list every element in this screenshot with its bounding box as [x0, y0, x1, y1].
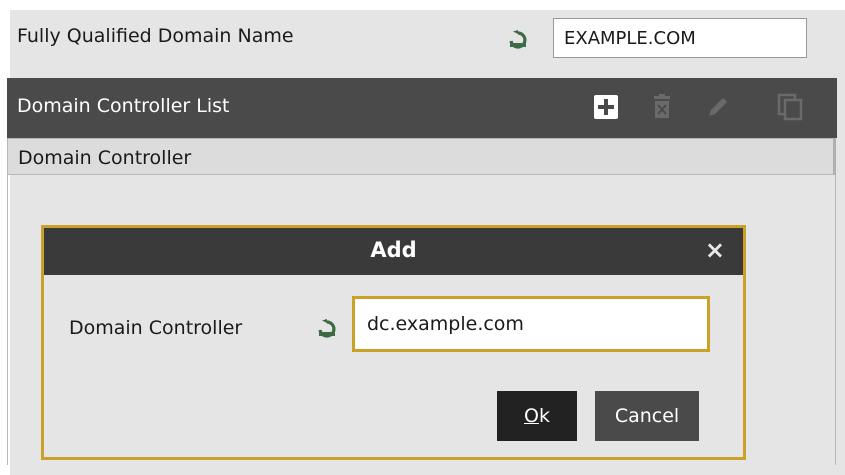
add-dialog: Add × Domain Controller Ok Cancel	[41, 225, 746, 460]
ok-mnemonic: O	[524, 405, 539, 427]
fqdn-label: Fully Qualified Domain Name	[17, 25, 294, 47]
domain-controller-input[interactable]	[352, 296, 710, 352]
clone-icon[interactable]	[775, 92, 805, 122]
cancel-button[interactable]: Cancel	[595, 391, 699, 441]
delete-icon[interactable]	[647, 92, 677, 122]
domain-controller-label: Domain Controller	[69, 317, 243, 339]
ok-label-rest: k	[538, 405, 550, 427]
column-header-label: Domain Controller	[18, 147, 192, 169]
column-header-domain-controller[interactable]: Domain Controller	[7, 138, 836, 175]
add-icon[interactable]	[591, 92, 621, 122]
reset-icon[interactable]	[315, 316, 339, 340]
list-header: Domain Controller List	[7, 78, 837, 138]
ok-button[interactable]: Ok	[497, 391, 577, 441]
list-title: Domain Controller List	[17, 95, 230, 117]
edit-icon[interactable]	[703, 92, 733, 122]
close-icon[interactable]: ×	[705, 238, 725, 262]
fqdn-input[interactable]	[553, 18, 807, 58]
dialog-title-bar[interactable]: Add ×	[44, 228, 743, 275]
reset-icon[interactable]	[506, 27, 530, 51]
dialog-title: Add	[370, 238, 417, 262]
